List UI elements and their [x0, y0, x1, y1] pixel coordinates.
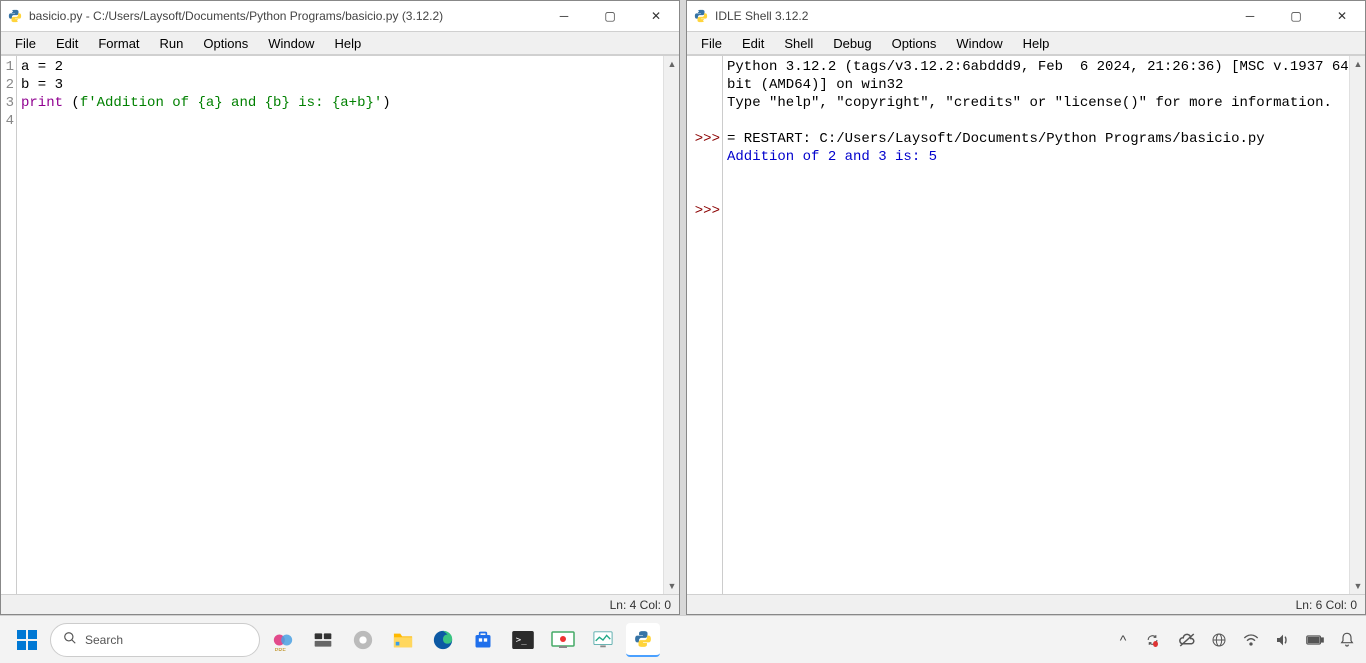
editor-body[interactable]: 1234 a = 2 b = 3 print (f'Addition of {a… [1, 55, 679, 594]
banner-text: Python 3.12.2 (tags/v3.12.2:6abddd9, Feb… [727, 59, 1357, 93]
svg-text:>_: >_ [516, 635, 527, 645]
minimize-button[interactable]: ─ [541, 1, 587, 31]
editor-statusbar: Ln: 4 Col: 0 [1, 594, 679, 614]
scroll-up-icon[interactable]: ▲ [664, 56, 679, 72]
shell-statusbar: Ln: 6 Col: 0 [687, 594, 1365, 614]
menu-help[interactable]: Help [324, 34, 371, 53]
close-button[interactable]: ✕ [1319, 1, 1365, 31]
search-placeholder: Search [85, 633, 123, 647]
shell-titlebar: IDLE Shell 3.12.2 ─ ▢ ✕ [687, 1, 1365, 31]
editor-titlebar: basicio.py - C:/Users/Laysoft/Documents/… [1, 1, 679, 31]
menu-file[interactable]: File [691, 34, 732, 53]
terminal-icon[interactable]: >_ [506, 623, 540, 657]
taskbar-search[interactable]: Search [50, 623, 260, 657]
menu-window[interactable]: Window [946, 34, 1012, 53]
task-view-icon[interactable] [306, 623, 340, 657]
svg-text:PRE: PRE [275, 647, 287, 650]
code-area[interactable]: a = 2 b = 3 print (f'Addition of {a} and… [17, 56, 679, 594]
taskbar: Search PRE >_ ^ [0, 615, 1366, 663]
scroll-down-icon[interactable]: ▼ [1350, 578, 1365, 594]
python-icon [693, 8, 709, 24]
file-explorer-icon[interactable] [386, 623, 420, 657]
editor-menubar: File Edit Format Run Options Window Help [1, 31, 679, 55]
shell-window: IDLE Shell 3.12.2 ─ ▢ ✕ File Edit Shell … [686, 0, 1366, 615]
language-icon[interactable] [1210, 631, 1228, 649]
scroll-up-icon[interactable]: ▲ [1350, 56, 1365, 72]
menu-help[interactable]: Help [1013, 34, 1060, 53]
editor-title: basicio.py - C:/Users/Laysoft/Documents/… [29, 9, 541, 23]
battery-icon[interactable] [1306, 631, 1324, 649]
python-icon [7, 8, 23, 24]
editor-window: basicio.py - C:/Users/Laysoft/Documents/… [0, 0, 680, 615]
menu-shell[interactable]: Shell [774, 34, 823, 53]
menu-run[interactable]: Run [150, 34, 194, 53]
idle-taskbar-icon[interactable] [626, 623, 660, 657]
line-number-gutter: 1234 [1, 56, 17, 594]
menu-format[interactable]: Format [88, 34, 149, 53]
maximize-button[interactable]: ▢ [587, 1, 633, 31]
volume-icon[interactable] [1274, 631, 1292, 649]
prompt-column: >>> >>> [687, 56, 723, 594]
wifi-icon[interactable] [1242, 631, 1260, 649]
menu-edit[interactable]: Edit [732, 34, 774, 53]
shell-menubar: File Edit Shell Debug Options Window Hel… [687, 31, 1365, 55]
scroll-down-icon[interactable]: ▼ [664, 578, 679, 594]
editor-cursor-pos: Ln: 4 Col: 0 [610, 598, 671, 612]
store-icon[interactable] [466, 623, 500, 657]
menu-edit[interactable]: Edit [46, 34, 88, 53]
copilot-icon[interactable]: PRE [266, 623, 300, 657]
menu-options[interactable]: Options [882, 34, 947, 53]
shell-title: IDLE Shell 3.12.2 [715, 9, 1227, 23]
shell-output[interactable]: Python 3.12.2 (tags/v3.12.2:6abddd9, Feb… [723, 56, 1365, 594]
maximize-button[interactable]: ▢ [1273, 1, 1319, 31]
edge-icon[interactable] [426, 623, 460, 657]
shell-scrollbar[interactable]: ▲ ▼ [1349, 56, 1365, 594]
shell-body[interactable]: >>> >>> Python 3.12.2 (tags/v3.12.2:6abd… [687, 55, 1365, 594]
shell-cursor-pos: Ln: 6 Col: 0 [1296, 598, 1357, 612]
menu-window[interactable]: Window [258, 34, 324, 53]
program-output: Addition of 2 and 3 is: 5 [727, 149, 937, 165]
screen-recorder-icon[interactable] [546, 623, 580, 657]
chrome-grey-icon[interactable] [346, 623, 380, 657]
search-icon [63, 631, 77, 648]
tray-chevron-icon[interactable]: ^ [1114, 631, 1132, 649]
close-button[interactable]: ✕ [633, 1, 679, 31]
menu-options[interactable]: Options [193, 34, 258, 53]
restart-line: = RESTART: C:/Users/Laysoft/Documents/Py… [727, 131, 1265, 147]
banner-help: Type "help", "copyright", "credits" or "… [727, 95, 1332, 111]
menu-file[interactable]: File [5, 34, 46, 53]
minimize-button[interactable]: ─ [1227, 1, 1273, 31]
start-button[interactable] [10, 623, 44, 657]
notification-icon[interactable] [1338, 631, 1356, 649]
editor-scrollbar[interactable]: ▲ ▼ [663, 56, 679, 594]
onedrive-sync-icon[interactable] [1146, 631, 1164, 649]
menu-debug[interactable]: Debug [823, 34, 881, 53]
cloud-icon[interactable] [1178, 631, 1196, 649]
monitor-app-icon[interactable] [586, 623, 620, 657]
